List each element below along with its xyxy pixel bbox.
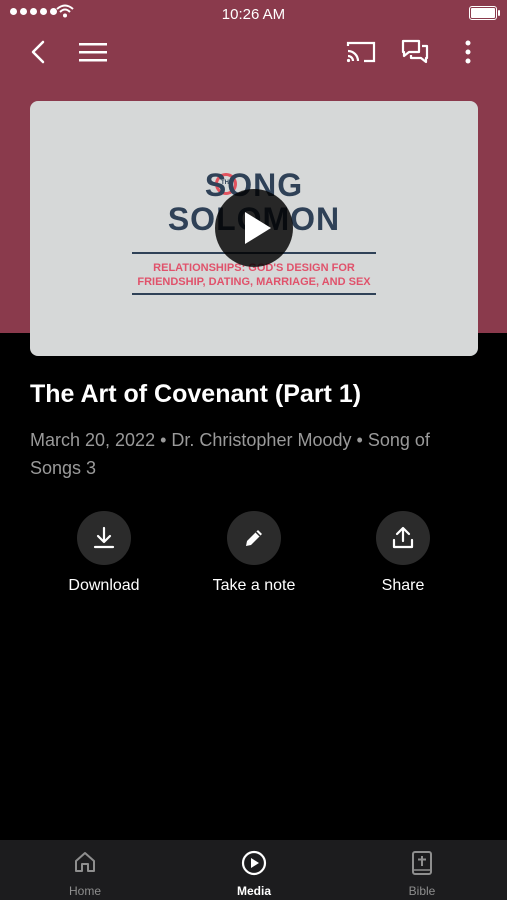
tab-media[interactable]: Media xyxy=(199,840,309,900)
meta-separator: • xyxy=(356,430,368,450)
home-icon xyxy=(75,852,95,872)
share-icon xyxy=(392,526,414,549)
cast-button[interactable] xyxy=(343,34,379,70)
chevron-left-icon xyxy=(31,40,45,64)
tab-home[interactable]: Home xyxy=(30,840,140,900)
status-time: 10:26 AM xyxy=(221,6,286,23)
more-vertical-icon xyxy=(465,40,471,64)
media-thumbnail[interactable]: THE SONG SOLOMON RELATIONSHIPS: GOD'S DE… xyxy=(30,101,478,356)
play-icon xyxy=(245,212,271,244)
media-meta: March 20, 2022 • Dr. Christopher Moody •… xyxy=(30,426,480,482)
meta-separator: • xyxy=(160,430,172,450)
play-circle-icon xyxy=(241,850,267,876)
artwork-subtitle-line2: FRIENDSHIP, DATING, MARRIAGE, AND SEX xyxy=(137,276,371,288)
chat-bubbles-icon xyxy=(401,39,429,64)
pencil-icon xyxy=(246,530,262,546)
share-label: Share xyxy=(381,577,425,594)
bible-icon xyxy=(412,851,432,875)
download-button[interactable]: Download xyxy=(34,511,174,595)
discussion-button[interactable] xyxy=(397,34,433,70)
status-bar: 10:26 AM xyxy=(0,0,507,28)
tab-bible[interactable]: Bible xyxy=(367,840,477,900)
battery-icon xyxy=(469,6,500,20)
back-button[interactable] xyxy=(20,34,56,70)
cast-icon xyxy=(346,41,376,63)
menu-button[interactable] xyxy=(75,34,111,70)
media-title: The Art of Covenant (Part 1) xyxy=(30,380,362,408)
speaker-link[interactable]: Dr. Christopher Moody xyxy=(171,430,351,450)
tab-bible-label: Bible xyxy=(408,884,436,898)
tab-home-label: Home xyxy=(68,884,101,898)
tab-bar: Home Media Bible xyxy=(0,840,507,900)
share-button[interactable]: Share xyxy=(333,511,473,595)
media-date: March 20, 2022 xyxy=(30,430,156,450)
take-note-button[interactable]: Take a note xyxy=(184,511,324,595)
download-label: Download xyxy=(68,577,140,594)
download-icon xyxy=(93,526,115,549)
tab-media-label: Media xyxy=(236,884,271,898)
play-button[interactable] xyxy=(215,189,293,267)
hamburger-icon xyxy=(79,43,107,62)
take-note-label: Take a note xyxy=(212,577,296,594)
more-options-button[interactable] xyxy=(450,34,486,70)
artwork-divider xyxy=(132,293,376,295)
